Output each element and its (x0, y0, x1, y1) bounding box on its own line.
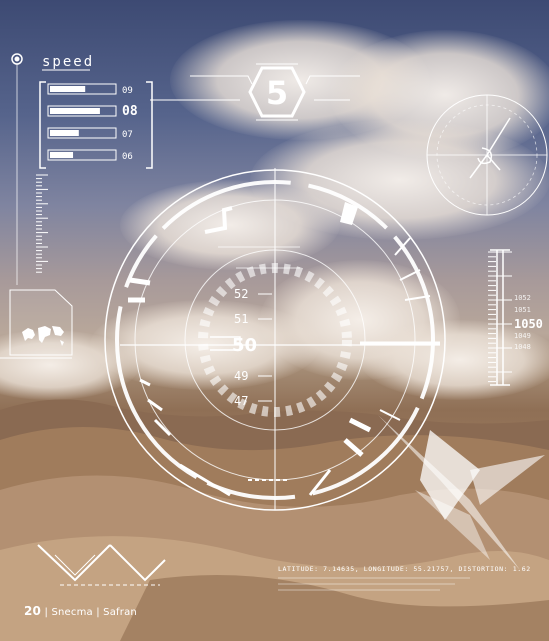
caption-separator: | (41, 607, 52, 618)
speed-bar-value: 09 (122, 86, 133, 96)
pitch-current: 50 (232, 335, 257, 356)
hud-overlay: speed 09 08 07 06 5 52514947 50 10521051104… (0, 53, 548, 591)
publication-name: Snecma (51, 607, 93, 618)
speed-bar-value: 06 (122, 152, 133, 162)
speed-bar-value: 08 (122, 104, 138, 119)
map-panel-frame (9, 289, 73, 356)
altitude-scale-label: 1049 (514, 332, 531, 340)
altitude-ladder (490, 249, 510, 386)
main-reticle (104, 168, 446, 511)
speed-bar-value: 07 (122, 130, 133, 140)
speed-bar-fill (50, 108, 100, 114)
speed-bar-row: 07 (47, 127, 133, 140)
pitch-scale-label: 47 (234, 394, 248, 408)
translucent-star-shape (378, 415, 545, 570)
speed-bar-fill (50, 86, 86, 92)
compass (426, 94, 548, 216)
altitude-scale-label: 1051 (514, 306, 531, 314)
speed-bars: 09 08 07 06 (47, 83, 138, 162)
altitude-scale-label: 1052 (514, 294, 531, 302)
speed-bar-row: 09 (47, 83, 133, 96)
publisher-name: Safran (103, 607, 137, 618)
speed-bar-row: 06 (47, 149, 133, 162)
altitude-ticks (488, 251, 512, 383)
pitch-scale-label: 52 (234, 287, 248, 301)
speed-bar-fill (50, 130, 79, 136)
gear-number: 5 (266, 74, 288, 112)
pitch-scale-label: 51 (234, 312, 248, 326)
chevron-pattern (37, 544, 166, 586)
speed-bar-fill (50, 152, 74, 158)
speed-label: speed (42, 54, 94, 70)
speed-bar-row: 08 (47, 104, 138, 119)
page-caption: 20 | Snecma | Safran (24, 604, 137, 618)
altitude-scale-label: 1048 (514, 343, 531, 351)
coordinates-readout: LATITUDE: 7.14635, LONGITUDE: 55.21757, … (278, 565, 531, 573)
pitch-scale-label: 49 (234, 369, 248, 383)
page-number: 20 (24, 604, 42, 618)
hud-scene: speed 09 08 07 06 5 52 51 49 47 50 1052 … (0, 0, 549, 641)
altitude-current: 1050 (514, 317, 543, 331)
gear-indicator (150, 63, 360, 121)
left-tick-column (36, 174, 48, 273)
